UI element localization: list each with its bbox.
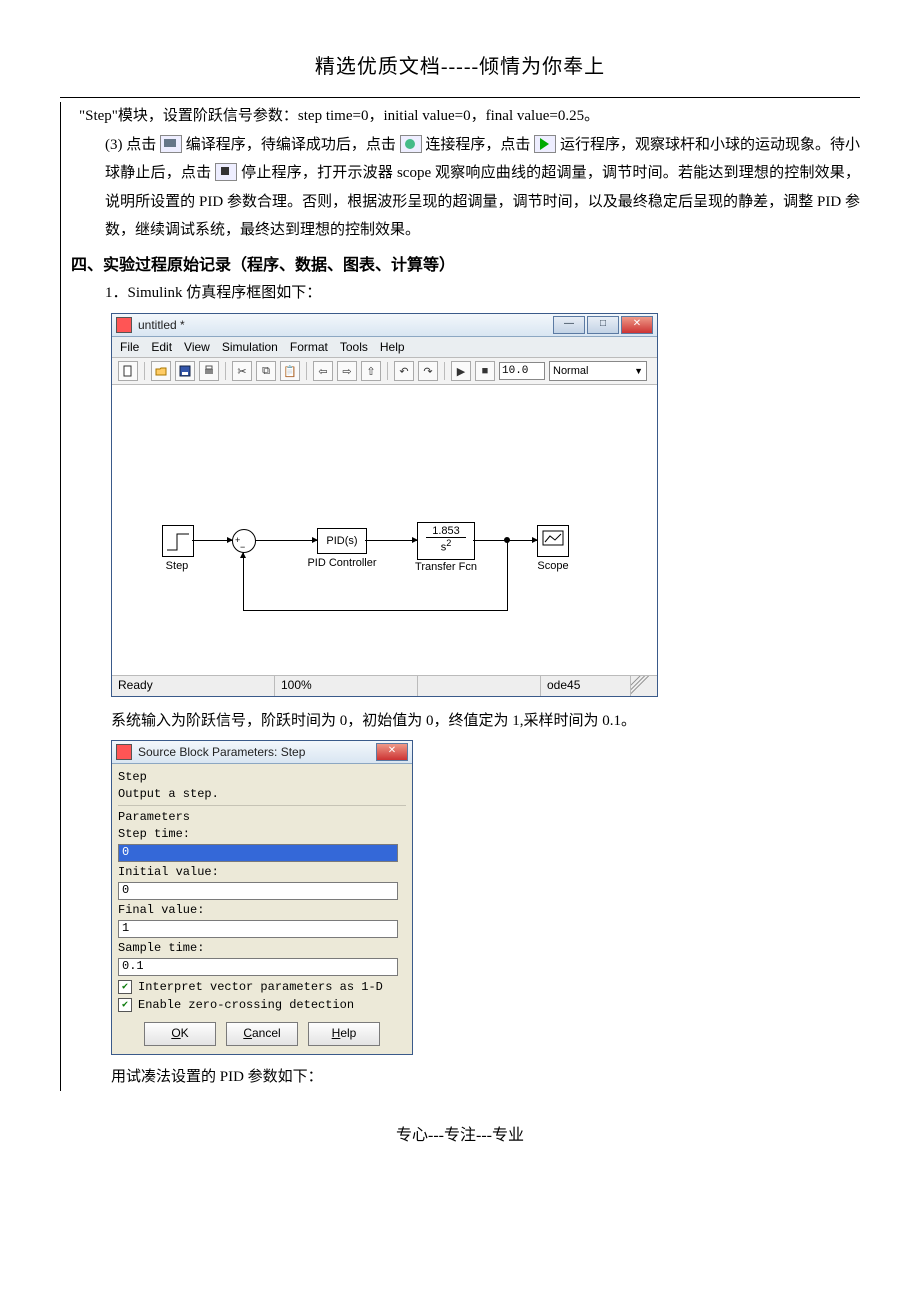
- zero-crossing-checkbox[interactable]: ✔ Enable zero-crossing detection: [118, 998, 406, 1012]
- copy-icon[interactable]: ⧉: [256, 361, 276, 381]
- up-icon[interactable]: ⇧: [361, 361, 381, 381]
- dialog-heading: Step: [118, 770, 406, 784]
- chevron-down-icon: ▼: [634, 366, 643, 376]
- back-icon[interactable]: ⇦: [313, 361, 333, 381]
- status-ready: Ready: [112, 676, 275, 696]
- dialog-title: Source Block Parameters: Step: [138, 745, 376, 759]
- params-heading: Parameters: [118, 810, 406, 824]
- block-step-label: Step: [154, 560, 200, 572]
- stop-sim-icon[interactable]: ■: [475, 361, 495, 381]
- print-icon[interactable]: [199, 361, 219, 381]
- status-solver: ode45: [541, 676, 631, 696]
- final-value-input[interactable]: 1: [118, 920, 398, 938]
- simulink-window: untitled * — □ ✕ File Edit View Simulati…: [111, 313, 658, 697]
- block-pid-label: PID Controller: [302, 557, 382, 569]
- menu-tools[interactable]: Tools: [340, 340, 368, 354]
- block-sum[interactable]: + −: [232, 529, 256, 553]
- block-scope[interactable]: [537, 525, 569, 557]
- simulink-app-icon: [116, 317, 132, 333]
- sim-canvas[interactable]: Step + − PID(s) PID Controller 1.853: [112, 385, 657, 675]
- step-time-input[interactable]: 0: [118, 844, 398, 862]
- open-icon[interactable]: [151, 361, 171, 381]
- interpret-vector-checkbox[interactable]: ✔ Interpret vector parameters as 1-D: [118, 980, 406, 994]
- menu-edit[interactable]: Edit: [151, 340, 172, 354]
- sim-mode-select[interactable]: Normal ▼: [549, 361, 647, 381]
- status-zoom: 100%: [275, 676, 418, 696]
- item-1-text: 1．Simulink 仿真程序框图如下：: [65, 279, 860, 308]
- help-button[interactable]: Help: [308, 1022, 380, 1046]
- step-time-label: Step time:: [118, 827, 406, 841]
- dialog-desc: Output a step.: [118, 787, 406, 801]
- forward-icon[interactable]: ⇨: [337, 361, 357, 381]
- cut-icon[interactable]: ✂: [232, 361, 252, 381]
- undo-icon[interactable]: ↶: [394, 361, 414, 381]
- menu-file[interactable]: File: [120, 340, 139, 354]
- sim-menubar: File Edit View Simulation Format Tools H…: [112, 337, 657, 358]
- block-step[interactable]: [162, 525, 194, 557]
- section-4-heading: 四、实验过程原始记录（程序、数据、图表、计算等）: [65, 251, 860, 275]
- menu-simulation[interactable]: Simulation: [222, 340, 278, 354]
- build-icon: [160, 135, 182, 153]
- menu-format[interactable]: Format: [290, 340, 328, 354]
- close-button[interactable]: ✕: [621, 316, 653, 334]
- paste-icon[interactable]: 📋: [280, 361, 300, 381]
- block-scope-label: Scope: [530, 560, 576, 572]
- menu-view[interactable]: View: [184, 340, 210, 354]
- ok-button[interactable]: OK: [144, 1022, 216, 1046]
- block-transfer-fcn[interactable]: 1.853 s2: [417, 522, 475, 560]
- sample-time-label: Sample time:: [118, 941, 406, 955]
- caption-step-params: 系统输入为阶跃信号，阶跃时间为 0，初始值为 0，终值定为 1,采样时间为 0.…: [65, 707, 860, 736]
- stop-time-input[interactable]: [499, 362, 545, 380]
- final-value-label: Final value:: [118, 903, 406, 917]
- page-title: 精选优质文档-----倾情为你奉上: [60, 50, 860, 79]
- sim-toolbar: ✂ ⧉ 📋 ⇦ ⇨ ⇧ ↶ ↷ ▶ ■ Normal ▼: [112, 358, 657, 385]
- sample-time-input[interactable]: 0.1: [118, 958, 398, 976]
- connect-icon: [400, 135, 422, 153]
- resize-grip-icon[interactable]: [631, 676, 657, 696]
- cancel-button[interactable]: Cancel: [226, 1022, 298, 1046]
- caption-pid-params: 用试凑法设置的 PID 参数如下：: [65, 1063, 860, 1092]
- save-icon[interactable]: [175, 361, 195, 381]
- sim-statusbar: Ready 100% ode45: [112, 675, 657, 696]
- new-icon[interactable]: [118, 361, 138, 381]
- run-icon: [534, 135, 556, 153]
- stop-icon: [215, 163, 237, 181]
- check-icon: ✔: [118, 980, 132, 994]
- minimize-button[interactable]: —: [553, 316, 585, 334]
- initial-value-input[interactable]: 0: [118, 882, 398, 900]
- dialog-app-icon: [116, 744, 132, 760]
- dialog-close-button[interactable]: ✕: [376, 743, 408, 761]
- check-icon: ✔: [118, 998, 132, 1012]
- block-tf-label: Transfer Fcn: [408, 561, 484, 573]
- paragraph-step-params: "Step"模块，设置阶跃信号参数：step time=0，initial va…: [65, 102, 860, 131]
- status-blank: [418, 676, 541, 696]
- step-params-dialog: Source Block Parameters: Step ✕ Step Out…: [111, 740, 413, 1055]
- start-sim-icon[interactable]: ▶: [451, 361, 471, 381]
- block-pid[interactable]: PID(s): [317, 528, 367, 554]
- sim-window-title: untitled *: [138, 318, 553, 332]
- initial-value-label: Initial value:: [118, 865, 406, 879]
- redo-icon[interactable]: ↷: [418, 361, 438, 381]
- menu-help[interactable]: Help: [380, 340, 405, 354]
- page-footer: 专心---专注---专业: [60, 1121, 860, 1145]
- maximize-button[interactable]: □: [587, 316, 619, 334]
- sim-titlebar: untitled * — □ ✕: [112, 314, 657, 337]
- paragraph-procedure: (3) 点击 编译程序，待编译成功后，点击 连接程序，点击 运行程序，观察球杆和…: [65, 131, 860, 245]
